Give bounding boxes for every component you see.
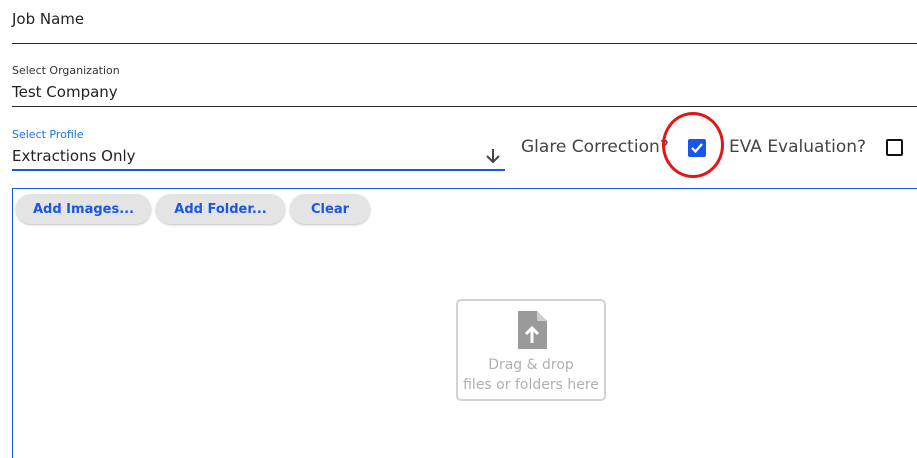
profile-label: Select Profile — [12, 128, 84, 141]
organization-select[interactable]: Test Company — [12, 83, 118, 101]
glare-correction-label: Glare Correction? — [521, 137, 669, 157]
job-name-underline — [12, 43, 917, 44]
file-upload-icon — [515, 309, 549, 355]
eva-evaluation-label: EVA Evaluation? — [729, 137, 867, 157]
eva-evaluation-checkbox[interactable] — [886, 139, 903, 156]
highlight-circle-annotation — [662, 112, 724, 178]
clear-button[interactable]: Clear — [290, 194, 370, 224]
organization-label: Select Organization — [12, 64, 120, 77]
profile-underline — [12, 169, 505, 171]
dropzone-line-1: Drag & drop — [488, 357, 574, 373]
organization-underline — [12, 106, 917, 107]
profile-select[interactable]: Extractions Only — [12, 147, 136, 165]
dropzone-line-2: files or folders here — [463, 377, 599, 393]
add-folder-button[interactable]: Add Folder... — [156, 194, 285, 224]
job-name-input[interactable]: Job Name — [12, 10, 84, 28]
arrow-down-icon[interactable] — [483, 146, 503, 166]
add-images-button[interactable]: Add Images... — [16, 194, 151, 224]
drag-drop-zone[interactable]: Drag & drop files or folders here — [456, 299, 606, 401]
